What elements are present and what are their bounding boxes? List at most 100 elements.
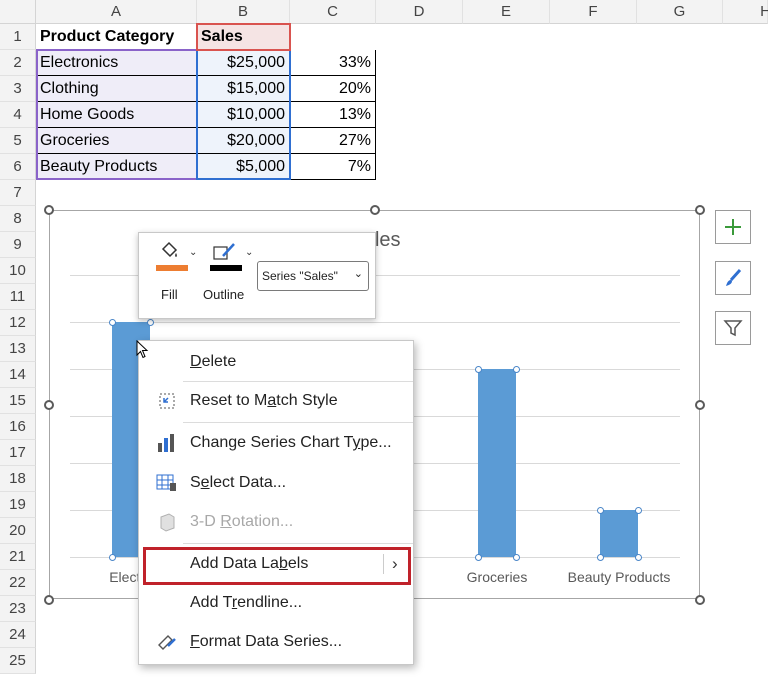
cell-category[interactable]: Clothing <box>36 76 197 102</box>
column-header-g[interactable]: G <box>637 0 723 24</box>
bar-selection-handle[interactable] <box>474 553 482 561</box>
column-header-c[interactable]: C <box>290 0 376 24</box>
chart-resize-handle[interactable] <box>44 595 54 605</box>
row-header[interactable]: 6 <box>0 154 36 180</box>
bar-selection-handle[interactable] <box>634 553 642 561</box>
bar-selection-handle[interactable] <box>512 553 520 561</box>
filter-icon <box>723 320 743 337</box>
column-header-d[interactable]: D <box>376 0 463 24</box>
chart-styles-button[interactable] <box>715 261 751 295</box>
row-header[interactable]: 2 <box>0 50 36 76</box>
cell-percent[interactable]: 33% <box>290 50 376 76</box>
row-header[interactable]: 12 <box>0 310 36 336</box>
bar-selection-handle[interactable] <box>108 553 116 561</box>
fill-button[interactable] <box>155 241 189 275</box>
column-header-a[interactable]: A <box>36 0 197 24</box>
menu-item-change-series-chart-type[interactable]: Change Series Chart Type... <box>139 425 413 461</box>
chevron-down-icon[interactable]: ⌄ <box>189 247 197 258</box>
chevron-down-icon[interactable]: ⌄ <box>245 247 253 258</box>
category-axis-label: Beauty Products <box>567 569 671 585</box>
cell-category[interactable]: Groceries <box>36 128 197 154</box>
cell-sales[interactable]: $25,000 <box>197 50 290 76</box>
chart-resize-handle[interactable] <box>695 205 705 215</box>
chevron-down-icon: ⌄ <box>353 268 363 280</box>
row-header[interactable]: 23 <box>0 596 36 622</box>
menu-item-select-data[interactable]: Select Data... <box>139 465 413 501</box>
row-header[interactable]: 17 <box>0 440 36 466</box>
chart-resize-handle[interactable] <box>44 205 54 215</box>
chart-resize-handle[interactable] <box>370 205 380 215</box>
outline-label: Outline <box>203 287 245 302</box>
cell-category[interactable]: Beauty Products <box>36 154 197 180</box>
reset-style-icon <box>156 390 178 412</box>
chart-resize-handle[interactable] <box>44 400 54 410</box>
menu-item-add-trendline[interactable]: Add Trendline... <box>139 585 413 621</box>
menu-item-label: Reset to Match Style <box>190 392 338 409</box>
menu-item-label: Change Series Chart Type... <box>190 434 392 451</box>
outline-button[interactable] <box>209 241 243 275</box>
menu-separator <box>183 543 413 544</box>
fill-label: Fill <box>161 287 178 302</box>
chart-resize-handle[interactable] <box>695 400 705 410</box>
bar-selection-handle[interactable] <box>474 365 482 373</box>
menu-item-reset-to-match-style[interactable]: Reset to Match Style <box>139 383 413 419</box>
cell-sales[interactable]: $5,000 <box>197 154 290 180</box>
row-header[interactable]: 16 <box>0 414 36 440</box>
row-header[interactable]: 7 <box>0 180 36 206</box>
bar-selection-handle[interactable] <box>108 318 116 326</box>
cell-percent[interactable]: 27% <box>290 128 376 154</box>
bar-selection-handle[interactable] <box>512 365 520 373</box>
row-header[interactable]: 22 <box>0 570 36 596</box>
row-header[interactable]: 4 <box>0 102 36 128</box>
bar-groceries[interactable] <box>478 369 516 557</box>
cell-percent[interactable]: 7% <box>290 154 376 180</box>
row-header[interactable]: 14 <box>0 362 36 388</box>
row-header[interactable]: 21 <box>0 544 36 570</box>
row-header[interactable]: 19 <box>0 492 36 518</box>
format-mini-toolbar: ⌄ Fill ⌄ Outline Series "Sales" ⌄ <box>138 232 376 319</box>
bar-selection-handle[interactable] <box>596 506 604 514</box>
bar-selection-handle[interactable] <box>634 506 642 514</box>
menu-separator <box>183 381 413 382</box>
row-header[interactable]: 24 <box>0 622 36 648</box>
cell-percent[interactable]: 20% <box>290 76 376 102</box>
row-header[interactable]: 10 <box>0 258 36 284</box>
column-header-e[interactable]: E <box>463 0 550 24</box>
menu-item-delete[interactable]: Delete <box>139 344 413 380</box>
row-header[interactable]: 18 <box>0 466 36 492</box>
cell-sales[interactable]: $10,000 <box>197 102 290 128</box>
add-data-labels-highlight <box>143 547 411 585</box>
chart-filters-button[interactable] <box>715 311 751 345</box>
column-header-f[interactable]: F <box>550 0 637 24</box>
context-menu: Delete Reset to Match Style Change Series … <box>138 340 414 665</box>
cell-b1[interactable]: Sales <box>197 24 290 50</box>
row-header[interactable]: 13 <box>0 336 36 362</box>
select-all-corner[interactable] <box>0 0 36 24</box>
menu-item-3-d-rotation[interactable]: 3-D Rotation... <box>139 504 413 540</box>
pen-outline-icon <box>213 243 235 260</box>
row-header[interactable]: 1 <box>0 24 36 50</box>
row-header[interactable]: 5 <box>0 128 36 154</box>
row-header[interactable]: 8 <box>0 206 36 232</box>
series-select-dropdown[interactable]: Series "Sales" ⌄ <box>257 261 369 291</box>
bar-selection-handle[interactable] <box>596 553 604 561</box>
bar-selection-handle[interactable] <box>146 318 154 326</box>
row-header[interactable]: 25 <box>0 648 36 674</box>
row-header[interactable]: 3 <box>0 76 36 102</box>
cell-category[interactable]: Electronics <box>36 50 197 76</box>
cell-category[interactable]: Home Goods <box>36 102 197 128</box>
chart-resize-handle[interactable] <box>695 595 705 605</box>
row-header[interactable]: 20 <box>0 518 36 544</box>
cell-sales[interactable]: $20,000 <box>197 128 290 154</box>
column-header-h[interactable]: H <box>723 0 768 24</box>
menu-item-format-data-series[interactable]: Format Data Series... <box>139 624 413 660</box>
cell-sales[interactable]: $15,000 <box>197 76 290 102</box>
column-header-b[interactable]: B <box>197 0 290 24</box>
cell-a1[interactable]: Product Category <box>36 24 197 50</box>
bar-beauty-products[interactable] <box>600 510 638 557</box>
row-header[interactable]: 9 <box>0 232 36 258</box>
row-header[interactable]: 11 <box>0 284 36 310</box>
chart-elements-button[interactable] <box>715 210 751 244</box>
cell-percent[interactable]: 13% <box>290 102 376 128</box>
row-header[interactable]: 15 <box>0 388 36 414</box>
